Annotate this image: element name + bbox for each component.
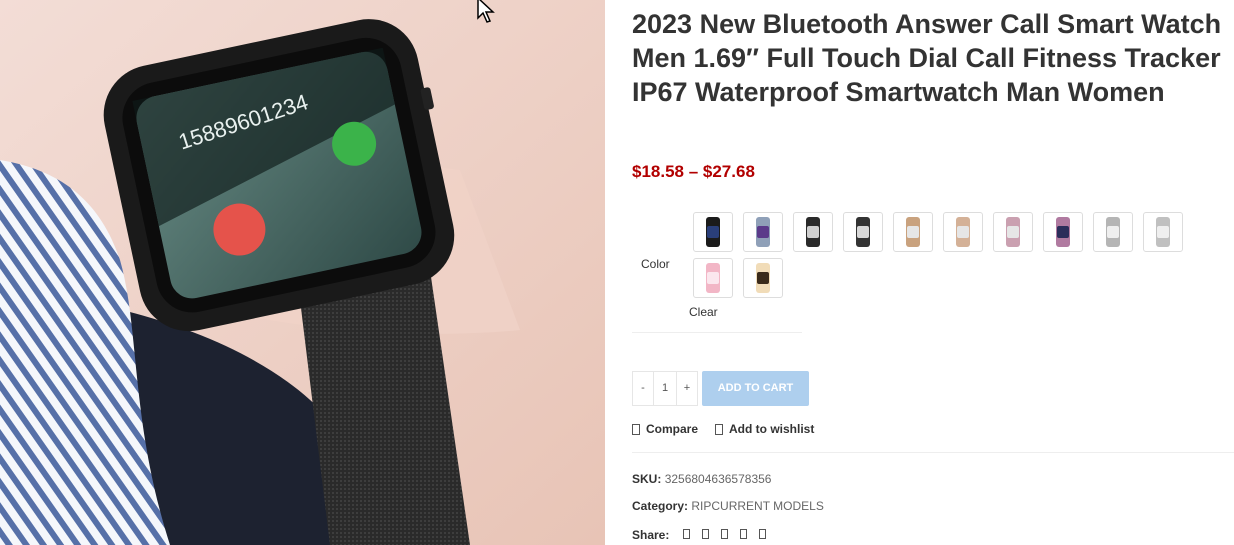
wishlist-link[interactable]: Add to wishlist [715,422,814,436]
swatch-silver-mesh-2[interactable] [1143,212,1183,252]
wishlist-label: Add to wishlist [729,422,815,436]
swatch-silver-blue[interactable] [743,212,783,252]
divider [632,452,1234,453]
linkedin-icon[interactable] [739,529,747,539]
facebook-icon[interactable] [682,529,690,539]
swatch-black-silver[interactable] [793,212,833,252]
category-row: Category: RIPCURRENT MODELS [632,499,824,513]
twitter-icon[interactable] [701,529,709,539]
qty-input[interactable]: 1 [654,372,676,405]
swatch-silver-mesh[interactable] [1093,212,1133,252]
share-label: Share: [632,528,670,542]
clear-variations-link[interactable]: Clear [689,305,718,319]
price-range: $18.58 – $27.68 [632,162,755,181]
qty-increment-button[interactable]: + [676,372,697,405]
telegram-icon[interactable] [758,529,766,539]
category-label: Category: [632,499,689,513]
swatch-pink-mesh[interactable] [993,212,1033,252]
product-summary: 2023 New Bluetooth Answer Call Smart Wat… [605,0,1234,545]
pinterest-icon[interactable] [720,529,728,539]
add-to-cart-button[interactable]: ADD TO CART [702,371,809,406]
swatch-black[interactable] [693,212,733,252]
swatch-black-mesh[interactable] [843,212,883,252]
mouse-cursor-icon [477,0,495,23]
compare-label: Compare [646,422,699,436]
quantity-stepper[interactable]: - 1 + [632,371,698,406]
sku-label: SKU: [632,472,662,486]
sku-value: 3256804636578356 [664,472,772,486]
product-image[interactable]: 15889601234 [0,0,605,545]
color-label: Color [641,257,670,271]
swatch-pink-purple[interactable] [1043,212,1083,252]
product-title: 2023 New Bluetooth Answer Call Smart Wat… [632,9,1222,107]
compare-link[interactable]: Compare [632,422,698,436]
category-link[interactable]: RIPCURRENT MODELS [691,499,823,513]
share-row: Share: [632,528,766,542]
swatch-pink[interactable] [693,258,733,298]
heart-icon [715,423,723,435]
compare-icon [632,423,640,435]
swatch-cream-gold[interactable] [743,258,783,298]
swatch-gold-mesh[interactable] [893,212,933,252]
divider [632,332,802,333]
swatch-rose-gold-mesh[interactable] [943,212,983,252]
smartwatch-photo: 15889601234 [0,0,605,545]
qty-decrement-button[interactable]: - [633,372,654,405]
sku-row: SKU: 3256804636578356 [632,472,771,486]
